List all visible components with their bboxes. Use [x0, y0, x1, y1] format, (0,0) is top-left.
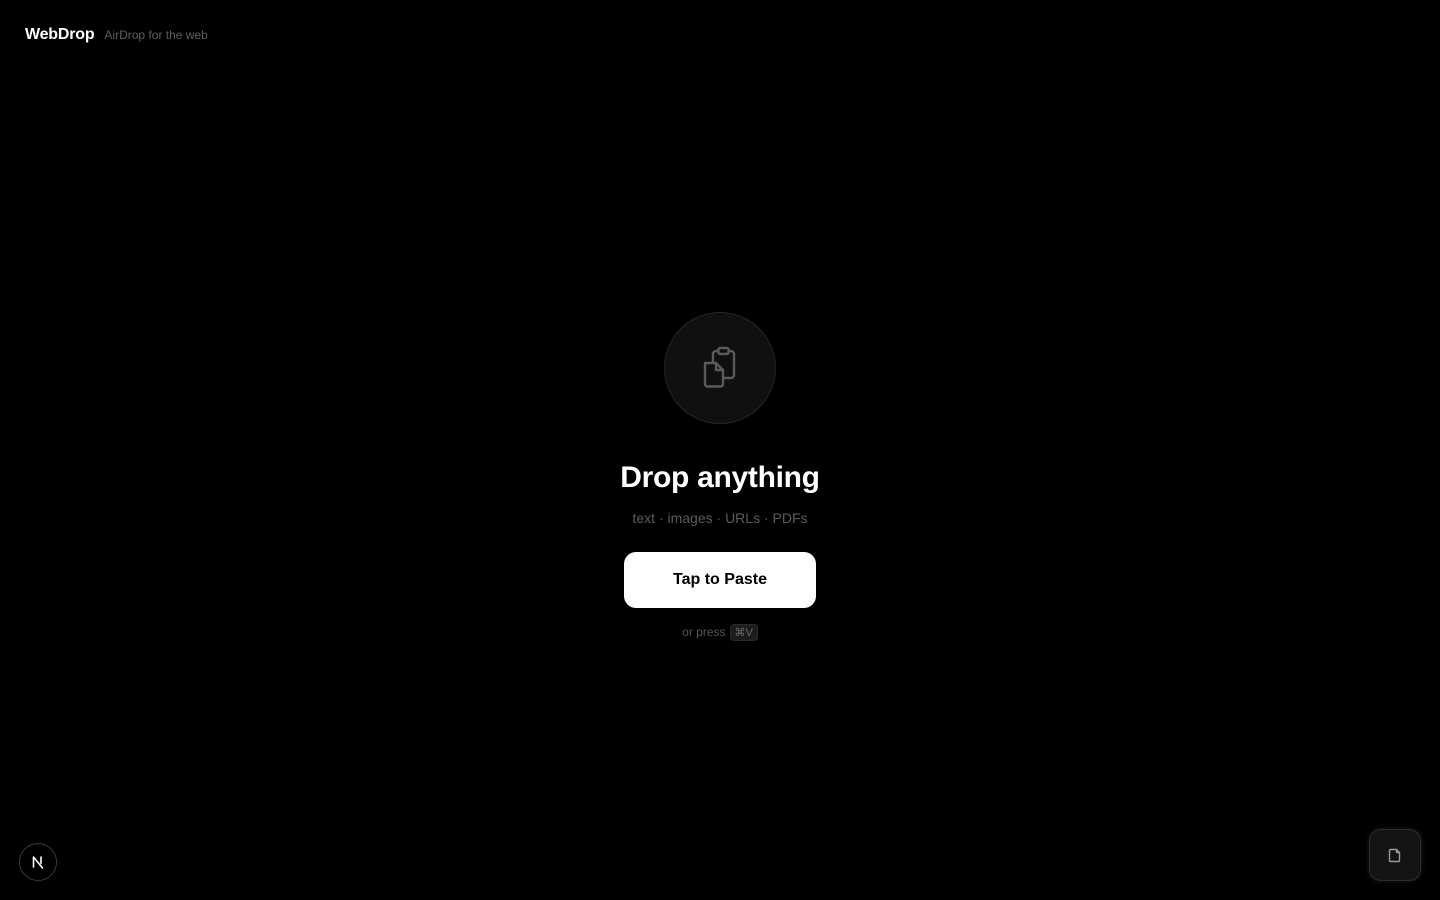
- file-upload-button[interactable]: [1369, 829, 1421, 881]
- paste-shortcut-hint: or press ⌘V: [682, 623, 758, 641]
- n-logo-badge[interactable]: [19, 843, 57, 881]
- clipboard-icon-circle: [664, 312, 776, 424]
- brand-header: WebDrop AirDrop for the web: [25, 26, 208, 44]
- brand-tagline: AirDrop for the web: [104, 28, 208, 42]
- webdrop-page: WebDrop AirDrop for the web Drop anythin…: [0, 0, 1440, 900]
- supported-types: text · images · URLs · PDFs: [632, 510, 808, 526]
- hint-prefix: or press: [682, 625, 726, 640]
- headline: Drop anything: [620, 461, 820, 494]
- drop-zone[interactable]: Drop anything text · images · URLs · PDF…: [0, 312, 1440, 641]
- n-logo-icon: [32, 856, 44, 869]
- shortcut-key: ⌘V: [729, 623, 758, 641]
- brand-name[interactable]: WebDrop: [25, 26, 95, 44]
- tap-to-paste-button[interactable]: Tap to Paste: [624, 551, 816, 608]
- file-icon: [1388, 848, 1401, 863]
- clipboard-copy-icon: [703, 346, 736, 388]
